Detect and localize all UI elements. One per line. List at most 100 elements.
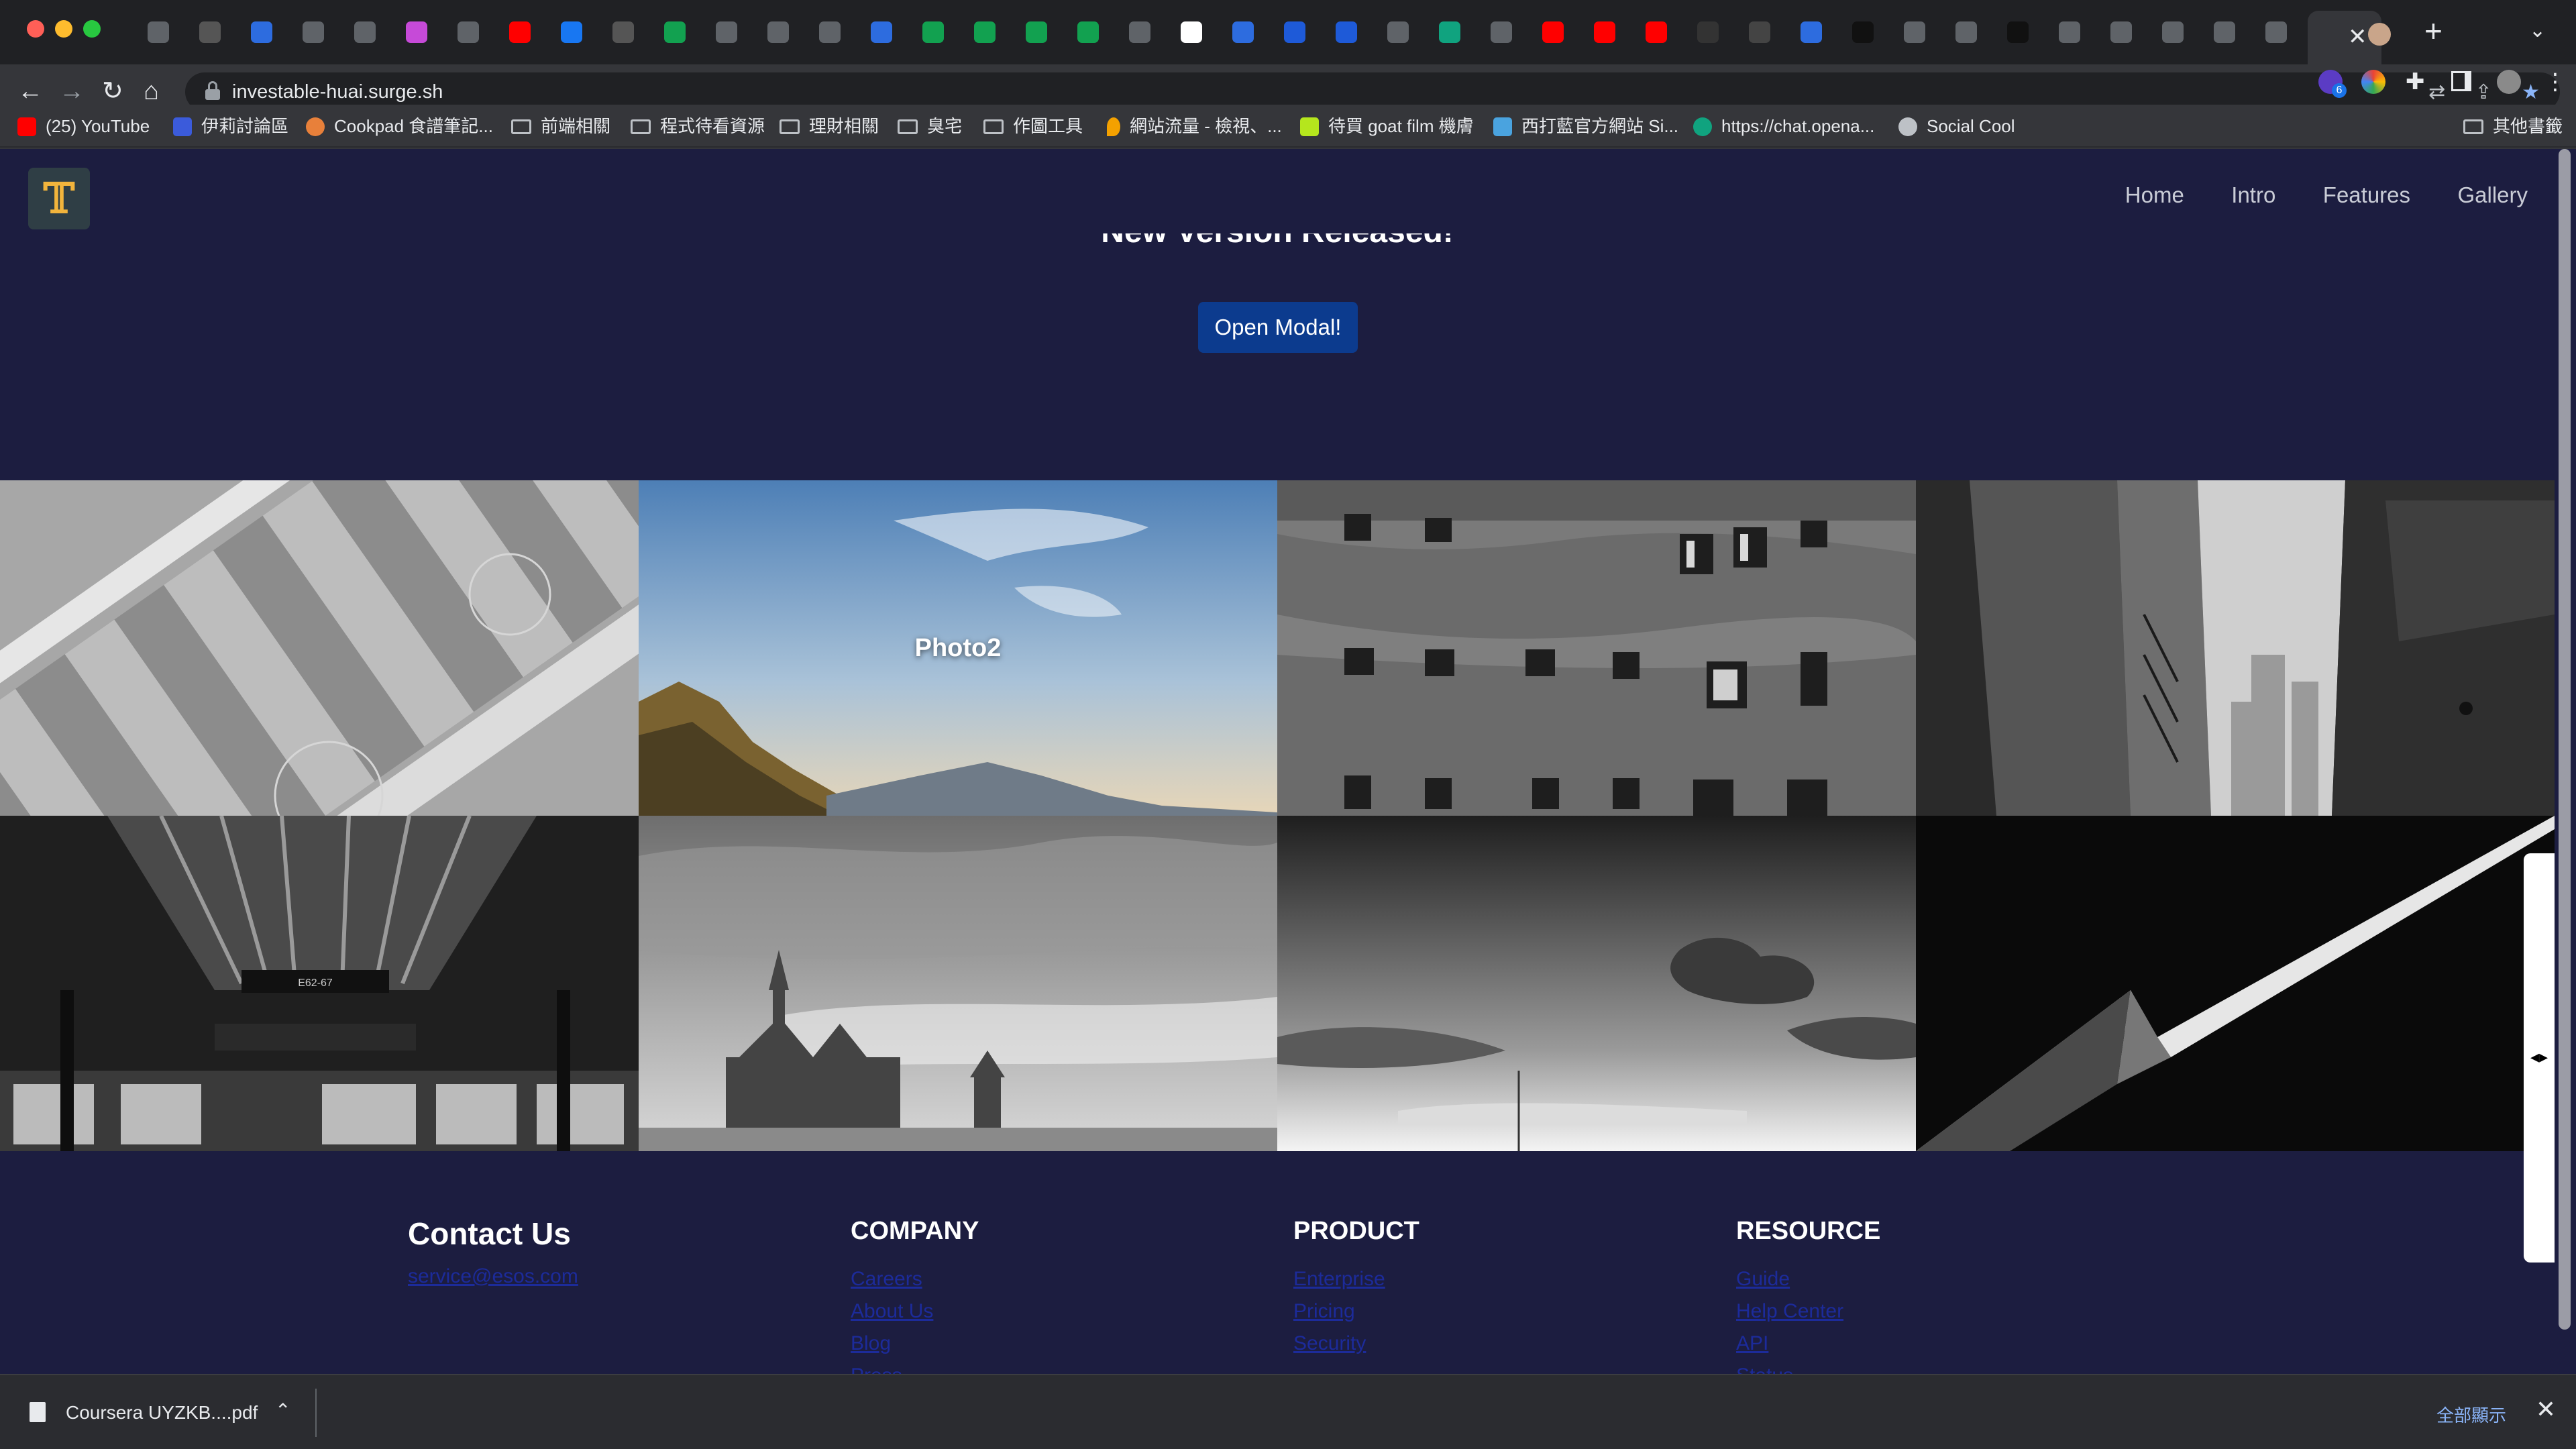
gallery-photo-1[interactable]	[0, 480, 639, 816]
mbt-icon[interactable]	[2059, 21, 2080, 43]
menu-icon[interactable]: ⋮	[2544, 68, 2567, 95]
footer-link[interactable]: API	[1736, 1328, 1880, 1360]
tab-search-chevron-icon[interactable]: ⌄	[2529, 19, 2546, 42]
nav-home[interactable]: Home	[2125, 182, 2184, 207]
footer-link[interactable]: Pricing	[1293, 1295, 1419, 1328]
footer-link[interactable]: Status	[1736, 1360, 1880, 1374]
bookmark-chatgpt[interactable]: https://chat.opena...	[1693, 113, 1874, 140]
puzzle-icon[interactable]	[1801, 21, 1822, 43]
bookmark-folder-frontend[interactable]: 前端相關	[511, 113, 610, 140]
globe-icon[interactable]	[2162, 21, 2184, 43]
google-icon[interactable]	[1181, 21, 1202, 43]
minimize-window-button[interactable]	[55, 20, 72, 38]
gallery-photo-2[interactable]: Photo2	[639, 480, 1277, 816]
bookmark-folder-otaku[interactable]: 臭宅	[898, 113, 962, 140]
doc-icon[interactable]	[303, 21, 324, 43]
reload-icon[interactable]: ↻	[102, 76, 123, 106]
scrollbar-thumb[interactable]	[2559, 149, 2571, 1330]
footer-link[interactable]: Careers	[851, 1263, 979, 1295]
footer-link[interactable]: Guide	[1736, 1263, 1880, 1295]
triangle-icon[interactable]	[1852, 21, 1874, 43]
puzzle-icon[interactable]	[251, 21, 272, 43]
v-icon[interactable]	[1491, 21, 1512, 43]
bookmark-goat-film[interactable]: 待買 goat film 機膚	[1300, 113, 1474, 140]
bookmark-folder-drawing[interactable]: 作圖工具	[983, 113, 1083, 140]
gallery-photo-3[interactable]	[1277, 480, 1916, 816]
tab-close-icon[interactable]: ✕	[2348, 25, 2367, 48]
bookmark-eyny[interactable]: 伊莉討論區	[173, 113, 288, 140]
b-icon[interactable]	[1336, 21, 1357, 43]
footer-link[interactable]: Security	[1293, 1328, 1419, 1360]
nav-features[interactable]: Features	[2323, 182, 2410, 207]
c-icon[interactable]	[664, 21, 686, 43]
extensions-puzzle-icon[interactable]: ✚	[2406, 68, 2425, 95]
imdb-icon[interactable]	[1749, 21, 1770, 43]
site-logo[interactable]: 𝕋	[28, 168, 90, 229]
bookmark-social-cool[interactable]: Social Cool	[1898, 113, 2015, 140]
doc-icon[interactable]	[1955, 21, 1977, 43]
b-icon[interactable]	[1284, 21, 1305, 43]
footer-link[interactable]: About Us	[851, 1295, 979, 1328]
footer-link[interactable]: Help Center	[1736, 1295, 1880, 1328]
globe-icon[interactable]	[2214, 21, 2235, 43]
nav-intro[interactable]: Intro	[2231, 182, 2275, 207]
g-icon[interactable]	[1387, 21, 1409, 43]
footer-link[interactable]: Blog	[851, 1328, 979, 1360]
other-bookmarks[interactable]: 其他書籤	[2463, 113, 2563, 140]
youtube-icon[interactable]	[1542, 21, 1564, 43]
youtube-icon[interactable]	[509, 21, 531, 43]
url-text[interactable]: investable-huai.surge.sh	[232, 81, 443, 103]
z-icon[interactable]	[1697, 21, 1719, 43]
open-modal-button[interactable]: Open Modal!	[1198, 302, 1358, 353]
new-tab-button[interactable]: +	[2424, 13, 2443, 48]
doc-icon[interactable]	[819, 21, 841, 43]
bookmark-folder-resources[interactable]: 程式待看資源	[631, 113, 765, 140]
gallery-photo-8[interactable]	[1916, 816, 2555, 1151]
k-icon[interactable]	[767, 21, 789, 43]
youtube-icon[interactable]	[1594, 21, 1615, 43]
resize-handle-icon[interactable]: ◂▸	[2524, 1046, 2555, 1073]
globe-icon[interactable]	[716, 21, 737, 43]
layers-icon[interactable]	[148, 21, 169, 43]
facebook-icon[interactable]	[561, 21, 582, 43]
github-icon[interactable]	[612, 21, 634, 43]
bookmark-traffic[interactable]: 網站流量 - 檢視、...	[1107, 113, 1282, 140]
footer-link[interactable]: Press	[851, 1360, 979, 1374]
close-icon[interactable]: ✕	[2536, 1395, 2556, 1424]
chevron-up-icon[interactable]: ⌃	[275, 1399, 290, 1421]
gallery-photo-4[interactable]	[1916, 480, 2555, 816]
download-item[interactable]: Coursera UYZKB....pdf ⌃	[27, 1391, 315, 1434]
bookmark-cidaolan[interactable]: 西打藍官方網站 Si...	[1493, 113, 1678, 140]
gallery-photo-7[interactable]	[1277, 816, 1916, 1151]
close-window-button[interactable]	[27, 20, 44, 38]
slope-icon[interactable]	[1904, 21, 1925, 43]
maximize-window-button[interactable]	[83, 20, 101, 38]
show-all-downloads-button[interactable]: 全部顯示	[2436, 1402, 2506, 1427]
youtube-icon[interactable]	[1646, 21, 1667, 43]
c-icon[interactable]	[974, 21, 996, 43]
gpt-icon[interactable]	[1439, 21, 1460, 43]
heart-icon[interactable]	[871, 21, 892, 43]
back-icon[interactable]: ←	[17, 76, 43, 106]
globe-icon[interactable]	[2110, 21, 2132, 43]
contact-email-link[interactable]: service@esos.com	[408, 1265, 578, 1288]
page-scrollbar[interactable]	[2555, 149, 2576, 1374]
bookmark-folder-finance[interactable]: 理財相關	[780, 113, 879, 140]
dots-icon[interactable]	[458, 21, 479, 43]
forward-icon[interactable]: →	[59, 76, 85, 106]
github-icon[interactable]	[199, 21, 221, 43]
lock-icon[interactable]	[205, 81, 220, 101]
shield-icon[interactable]	[2265, 21, 2287, 43]
c-icon[interactable]	[1077, 21, 1099, 43]
profile-avatar[interactable]	[2497, 70, 2521, 94]
footer-link[interactable]: Enterprise	[1293, 1263, 1419, 1295]
shield-icon[interactable]	[1129, 21, 1150, 43]
circle-icon[interactable]	[354, 21, 376, 43]
gallery-photo-5[interactable]: E62-67	[0, 816, 639, 1151]
c-icon[interactable]	[1026, 21, 1047, 43]
medium-icon[interactable]	[2007, 21, 2029, 43]
nav-gallery[interactable]: Gallery	[2457, 182, 2528, 207]
star-icon[interactable]	[406, 21, 427, 43]
color-extension-icon[interactable]	[2361, 70, 2385, 94]
puzzle-icon[interactable]	[1232, 21, 1254, 43]
